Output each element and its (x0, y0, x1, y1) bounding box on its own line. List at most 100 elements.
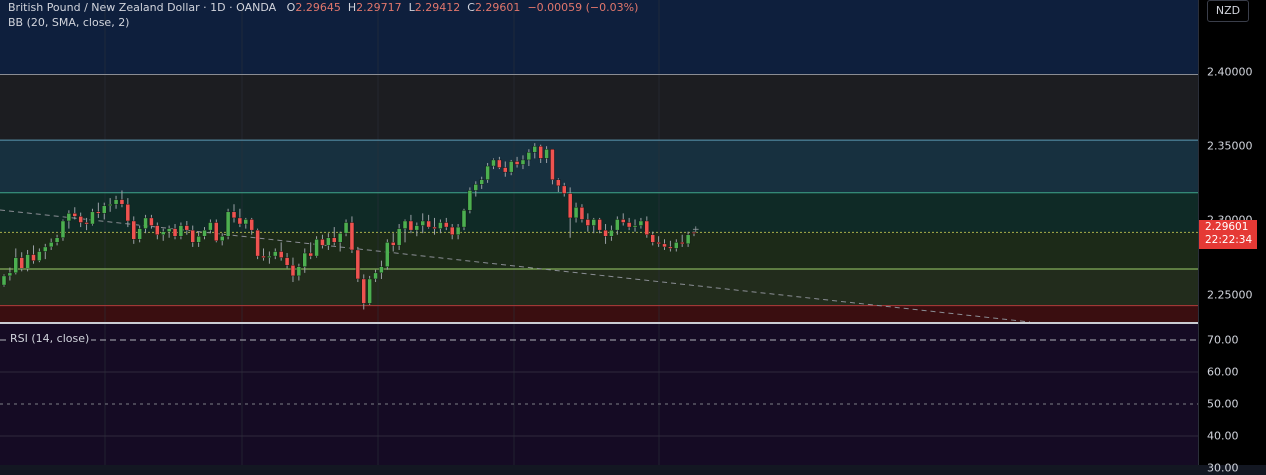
candle-body (455, 226, 461, 235)
candle-body (284, 257, 290, 266)
zone-olive (0, 232, 1198, 270)
candle-body (373, 272, 378, 280)
candle-body (149, 217, 154, 226)
candle-body (591, 219, 596, 226)
candle-body (290, 265, 296, 277)
candle-body (638, 220, 644, 226)
candle-body (314, 239, 319, 257)
rsi-axis-label: 40.00 (1207, 429, 1239, 443)
high-label: H (347, 1, 357, 14)
current-price-tag: 2.29601 22:22:34 (1199, 220, 1257, 249)
candle-body (450, 226, 455, 235)
interval-label[interactable]: 1D (210, 1, 225, 14)
candle-body (308, 252, 313, 257)
candle-body (396, 228, 402, 246)
rsi-pane[interactable]: RSI (14, close) (0, 324, 1198, 465)
exchange-label: OANDA (236, 1, 277, 14)
close-label: C (467, 1, 475, 14)
candle-body (267, 255, 272, 258)
candle-body (349, 222, 355, 251)
candle-body (172, 228, 178, 237)
candle-body (249, 219, 254, 231)
candle-body (674, 242, 679, 249)
low-value: 2.29412 (414, 1, 461, 14)
candle-body (343, 222, 349, 234)
candle-body (202, 229, 207, 237)
symbol-name[interactable]: British Pound / New Zealand Dollar (8, 1, 200, 14)
candle-body (538, 145, 543, 159)
zone-blue (0, 140, 1198, 193)
candle-body (237, 217, 243, 225)
candle-body (19, 257, 24, 269)
candle-body (438, 222, 443, 229)
candle-body (255, 229, 260, 257)
candle-body (60, 220, 66, 238)
indicator-legend[interactable]: BB (20, SMA, close, 2) (8, 15, 638, 30)
candle-body (273, 251, 278, 257)
candle-body (585, 219, 591, 226)
candle-body (208, 222, 213, 231)
candle-body (320, 239, 325, 246)
candle-body (220, 236, 225, 242)
candle-body (143, 217, 148, 229)
candle-body (326, 237, 331, 246)
candle-body (621, 219, 626, 223)
currency-badge[interactable]: NZD (1207, 0, 1249, 22)
candle-body (497, 159, 502, 168)
candle-body (66, 213, 72, 222)
price-chart[interactable]: + British Pound / New Zealand Dollar · 1… (0, 0, 1198, 322)
candle-body (231, 211, 237, 219)
price-chart-canvas[interactable]: + (0, 0, 1198, 322)
candle-body (650, 234, 655, 243)
candle-body (161, 231, 166, 235)
zone-dark (0, 74, 1198, 141)
candle-body (491, 159, 496, 167)
candle-body (225, 211, 231, 237)
rsi-legend[interactable]: RSI (14, close) (8, 332, 92, 345)
candle-body (196, 236, 201, 243)
candle-body (337, 232, 343, 243)
candle-body (632, 225, 638, 228)
candle-body (48, 242, 54, 248)
price-axis[interactable]: NZD 2.40000 2.35000 2.30000 2.25000 2.29… (1198, 0, 1266, 475)
rsi-canvas (0, 324, 1198, 465)
close-value: 2.29601 (474, 1, 521, 14)
candle-body (473, 184, 478, 191)
rsi-axis-label: 30.00 (1207, 461, 1239, 475)
candle-body (615, 219, 620, 231)
candle-body (137, 228, 142, 240)
candle-body (544, 149, 549, 159)
symbol-line: British Pound / New Zealand Dollar · 1D … (8, 0, 638, 15)
candle-body (113, 199, 119, 205)
candle-body (685, 234, 691, 245)
candle-body (520, 159, 526, 165)
candle-body (13, 257, 18, 274)
candle-body (562, 185, 567, 194)
candle-body (243, 219, 248, 225)
candle-body (579, 207, 585, 220)
candle-body (78, 216, 83, 223)
candle-body (7, 272, 13, 277)
candle-body (573, 207, 579, 219)
candle-body (644, 220, 650, 235)
candle-body (556, 179, 561, 187)
candle-body (514, 161, 520, 165)
candle-body (84, 222, 89, 225)
candle-body (668, 246, 673, 249)
rsi-axis-label: 70.00 (1207, 333, 1239, 347)
high-value: 2.29717 (356, 1, 402, 14)
candle-body (54, 237, 60, 243)
candle-body (102, 205, 107, 214)
candle-body (31, 254, 36, 261)
candle-body (609, 229, 614, 237)
candle-body (479, 179, 484, 185)
candle-body (603, 229, 608, 237)
price-axis-label: 2.35000 (1207, 139, 1253, 153)
zone-red (0, 305, 1198, 322)
candle-body (367, 278, 372, 304)
candle-body (166, 228, 172, 232)
candle-body (526, 152, 532, 161)
candle-body (184, 225, 190, 231)
price-axis-label: 2.40000 (1207, 65, 1253, 79)
candle-body (72, 213, 77, 217)
